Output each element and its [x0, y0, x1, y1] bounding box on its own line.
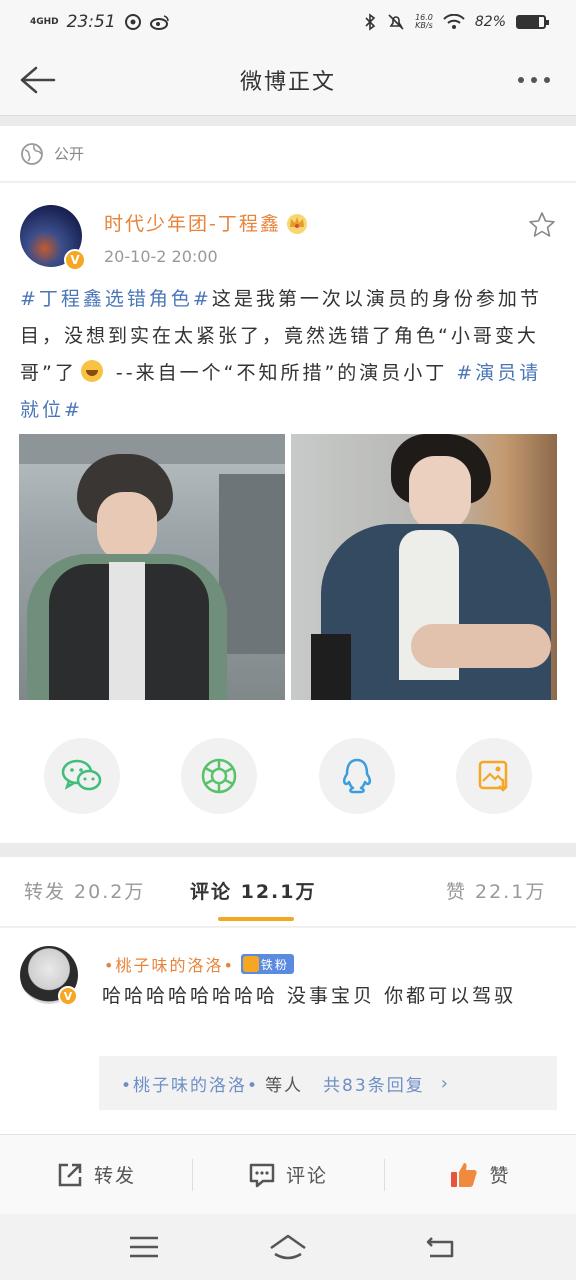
- chevron-right-icon: ›: [440, 1072, 450, 1094]
- menu-icon[interactable]: [124, 1230, 164, 1264]
- post-body: #丁程鑫选错角色#这是我第一次以演员的身份参加节目，没想到实在太紧张了，竟然选错…: [20, 281, 560, 429]
- clock: 23:51: [66, 12, 116, 32]
- battery-percent: 82%: [474, 14, 506, 30]
- fan-level-icon: [242, 956, 259, 972]
- replies-link[interactable]: •桃子味的洛洛• 等人 共83条回复 ›: [99, 1056, 557, 1110]
- share-moments-button[interactable]: [181, 738, 257, 814]
- post-image-1[interactable]: [19, 434, 285, 700]
- share-row: [0, 738, 576, 818]
- network-indicator: 4GHD: [30, 16, 59, 27]
- crown-badge-icon: [286, 213, 307, 234]
- comment-item: V •桃子味的洛洛• 铁粉 哈哈哈哈哈哈哈哈 没事宝贝 你都可以驾驭 •桃子味的…: [0, 928, 576, 1134]
- image-person-face: [409, 456, 471, 532]
- more-options-icon[interactable]: [518, 70, 558, 90]
- system-navigation-bar: [0, 1214, 576, 1280]
- network-speed: 16.0 KB/s: [415, 13, 433, 30]
- globe-icon: [21, 142, 43, 165]
- fan-badge: 铁粉: [240, 954, 294, 974]
- mute-icon: [388, 14, 404, 30]
- tab-comment[interactable]: 评论 12.1万: [190, 877, 317, 904]
- home-icon[interactable]: [268, 1230, 308, 1264]
- visibility-row: 公开: [0, 126, 576, 182]
- author-name[interactable]: 时代少年团-丁程鑫: [104, 209, 309, 236]
- battery-icon: [516, 15, 549, 29]
- visibility-label: 公开: [54, 145, 85, 163]
- favorite-star-icon[interactable]: [528, 211, 556, 239]
- image-background: [219, 474, 285, 654]
- verified-badge-icon: V: [64, 249, 86, 271]
- post-tabs: 转发 20.2万 评论 12.1万 赞 22.1万: [0, 857, 576, 927]
- post-signature: --来自一个“不知所措”的演员小丁: [106, 362, 457, 384]
- tab-like[interactable]: 赞 22.1万: [446, 877, 546, 904]
- save-image-button[interactable]: [456, 738, 532, 814]
- divider: [0, 843, 576, 857]
- moments-icon: [201, 758, 237, 794]
- bluetooth-icon: [365, 13, 376, 31]
- comment-icon: [249, 1163, 275, 1187]
- comment-button[interactable]: 评论: [192, 1135, 384, 1214]
- thumbs-up-icon: [451, 1162, 478, 1187]
- qq-icon: [342, 758, 372, 794]
- battery-fill: [518, 17, 540, 27]
- author-avatar[interactable]: V: [20, 205, 86, 271]
- like-button[interactable]: 赞: [384, 1135, 576, 1214]
- reply-count: 共83条回复: [323, 1075, 425, 1096]
- reply-user: •桃子味的洛洛•: [121, 1075, 260, 1096]
- laughing-emoji-icon: [80, 360, 103, 382]
- image-person-arm: [411, 624, 551, 668]
- reply-suffix: 等人: [265, 1075, 304, 1096]
- divider: [0, 116, 576, 126]
- weibo-post: V 时代少年团-丁程鑫 20-10-2 20:00 #丁程鑫选错角色#这是我第一…: [0, 183, 576, 843]
- nav-bar: 微博正文: [0, 44, 576, 116]
- repost-icon: [58, 1163, 82, 1186]
- image-person-shirt: [109, 562, 145, 700]
- image-person-face: [97, 492, 157, 562]
- post-image-2[interactable]: [291, 434, 557, 700]
- active-tab-indicator: [218, 917, 294, 921]
- save-image-icon: [478, 760, 508, 792]
- weibo-notification-icon: [149, 15, 169, 30]
- verified-badge-icon: V: [58, 986, 78, 1006]
- tab-repost[interactable]: 转发 20.2万: [24, 877, 145, 904]
- share-wechat-button[interactable]: [44, 738, 120, 814]
- repost-button[interactable]: 转发: [0, 1135, 192, 1214]
- app-notification-icon: [124, 14, 141, 30]
- back-icon[interactable]: [420, 1230, 460, 1264]
- share-qq-button[interactable]: [319, 738, 395, 814]
- comment-meta-clipped: [100, 1124, 560, 1134]
- hashtag-link[interactable]: #丁程鑫选错角色#: [20, 288, 212, 310]
- wechat-icon: [61, 759, 102, 791]
- post-date: 20-10-2 20:00: [104, 247, 218, 266]
- wifi-icon: [443, 14, 465, 29]
- image-chair: [311, 634, 351, 700]
- comment-text: 哈哈哈哈哈哈哈哈 没事宝贝 你都可以驾驭: [102, 985, 517, 1007]
- status-bar: 4GHD 23:51 16.0 KB/s 82%: [0, 0, 576, 44]
- commenter-name[interactable]: •桃子味的洛洛• 铁粉: [104, 952, 294, 976]
- back-arrow-icon[interactable]: [16, 62, 56, 98]
- bottom-action-bar: 转发 评论 赞: [0, 1134, 576, 1214]
- page-title: 微博正文: [239, 69, 336, 95]
